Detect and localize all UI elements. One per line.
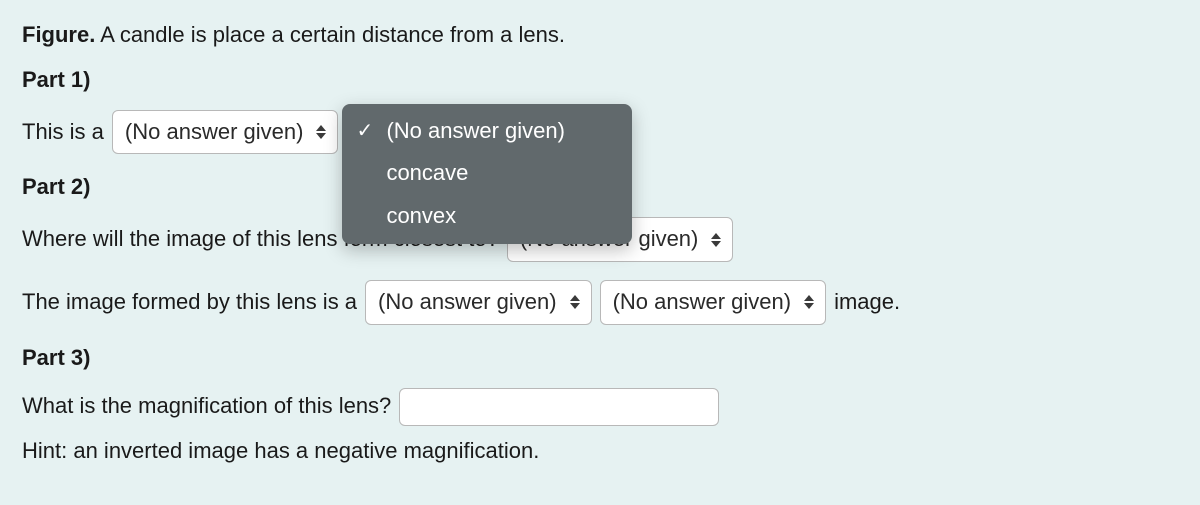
part3-hint: Hint: an inverted image has a negative m… [22, 436, 1178, 467]
updown-icon [569, 295, 581, 309]
part3-question: What is the magnification of this lens? [22, 391, 391, 422]
part3-question-row: What is the magnification of this lens? [22, 388, 1178, 426]
select-value: (No answer given) [378, 287, 557, 318]
figure-caption: A candle is place a certain distance fro… [100, 22, 565, 47]
part3-label: Part 3) [22, 343, 1178, 374]
part2-q2-row: The image formed by this lens is a (No a… [22, 280, 1178, 325]
part2-q2-suffix: image. [834, 287, 900, 318]
dropdown-option[interactable]: concave [342, 152, 632, 195]
dropdown-option[interactable]: convex [342, 195, 632, 238]
part1-select-1[interactable]: (No answer given) [112, 110, 339, 155]
part1-label: Part 1) [22, 65, 1178, 96]
figure-label: Figure. [22, 22, 95, 47]
dropdown-option[interactable]: (No answer given) [342, 110, 632, 153]
part1-prefix: This is a [22, 117, 104, 148]
updown-icon [710, 233, 722, 247]
select-value: (No answer given) [613, 287, 792, 318]
figure-caption-line: Figure. A candle is place a certain dist… [22, 20, 1178, 51]
magnification-input[interactable] [399, 388, 719, 426]
part2-q2-select-1[interactable]: (No answer given) [365, 280, 592, 325]
updown-icon [315, 125, 327, 139]
part2-q2-select-2[interactable]: (No answer given) [600, 280, 827, 325]
part2-q2-prefix: The image formed by this lens is a [22, 287, 357, 318]
select-value: (No answer given) [125, 117, 304, 148]
dropdown-menu[interactable]: (No answer given)concaveconvex [342, 104, 632, 244]
updown-icon [803, 295, 815, 309]
